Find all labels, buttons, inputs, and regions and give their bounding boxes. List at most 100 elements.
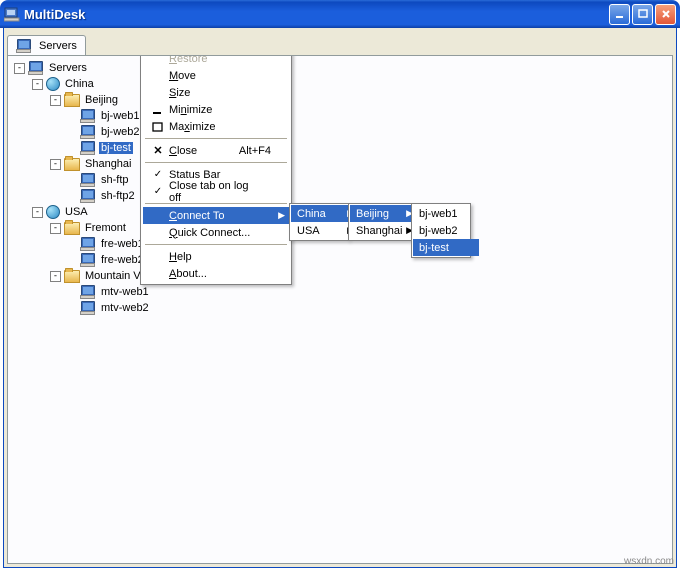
menu-item[interactable]: Size [143, 84, 289, 101]
expander-icon[interactable]: - [14, 63, 25, 74]
menu-item-label: About... [169, 268, 271, 280]
tree-node[interactable]: fre-web2 [8, 252, 672, 268]
tree-node[interactable]: bj-test [8, 140, 672, 156]
tree-node[interactable]: -Mountain View [8, 268, 672, 284]
server-icon [80, 285, 96, 299]
content-pane: -Servers-China-Beijingbj-web1bj-web2bj-t… [7, 55, 673, 564]
minimize-icon [147, 105, 169, 115]
expander-icon[interactable]: - [50, 159, 61, 170]
title-text: MultiDesk [24, 7, 609, 22]
menu-item[interactable]: Quick Connect... [143, 224, 289, 241]
tree-node-label[interactable]: bj-web2 [99, 126, 142, 138]
menu-item-label: Close tab on log off [169, 180, 271, 204]
submenu-city[interactable]: bj-web1 bj-web2 bj-test [411, 203, 471, 258]
tree-node-label[interactable]: Beijing [83, 94, 120, 106]
expander-icon[interactable]: - [32, 207, 43, 218]
menu-item[interactable]: ✓Close tab on log off [143, 183, 289, 200]
menu-item-label: Minimize [169, 104, 271, 116]
menu-separator [145, 138, 287, 139]
globe-icon [46, 205, 60, 219]
menu-item-label: Connect To [169, 210, 271, 222]
tree-node[interactable]: - China [8, 76, 672, 92]
tree-node[interactable]: - Servers [8, 60, 672, 76]
server-icon [80, 109, 96, 123]
menu-item[interactable]: Minimize [143, 101, 289, 118]
tree-node[interactable]: sh-ftp [8, 172, 672, 188]
submenu-item-label: China [297, 208, 326, 220]
app-window: MultiDesk Servers -Servers-China-Beijing… [0, 0, 680, 571]
maximize-button[interactable] [632, 4, 653, 25]
check-icon: ✓ [147, 186, 169, 197]
submenu-arrow-icon: ▶ [278, 210, 285, 221]
tree-node-label[interactable]: bj-web1 [99, 110, 142, 122]
tree-node-label[interactable]: sh-ftp2 [99, 190, 137, 202]
tree-node-label[interactable]: sh-ftp [99, 174, 131, 186]
menu-item-label: Move [169, 70, 271, 82]
close-button[interactable] [655, 4, 676, 25]
server-icon [80, 253, 96, 267]
expander-icon[interactable]: - [50, 95, 61, 106]
tree-node-label[interactable]: Fremont [83, 222, 128, 234]
tree-node[interactable]: sh-ftp2 [8, 188, 672, 204]
expander-icon[interactable]: - [50, 271, 61, 282]
submenu-item[interactable]: bj-test [413, 239, 479, 256]
menu-item[interactable]: Maximize [143, 118, 289, 135]
folder-icon [64, 270, 80, 283]
menu-item[interactable]: Connect To ▶ [143, 207, 289, 224]
submenu-country[interactable]: Beijing▶Shanghai▶ [348, 203, 412, 241]
globe-icon [46, 77, 60, 91]
server-icon [80, 141, 96, 155]
tree-node-label[interactable]: mtv-web1 [99, 286, 151, 298]
folder-icon [64, 158, 80, 171]
server-icon [80, 189, 96, 203]
menu-item[interactable]: ✕CloseAlt+F4 [143, 142, 289, 159]
tree-node-label[interactable]: Servers [47, 62, 89, 74]
submenu-item-label: bj-test [419, 242, 449, 254]
menu-item-label: Restore [169, 55, 271, 65]
expander-icon[interactable]: - [50, 223, 61, 234]
tree-node-label[interactable]: fre-web2 [99, 254, 146, 266]
titlebar[interactable]: MultiDesk [0, 0, 680, 28]
servers-icon [16, 39, 32, 53]
tree-node-label[interactable]: mtv-web2 [99, 302, 151, 314]
tree-node-label[interactable]: Shanghai [83, 158, 134, 170]
submenu-connect-to[interactable]: China▶USA▶ [289, 203, 349, 241]
submenu-item-label: USA [297, 225, 320, 237]
tab-servers[interactable]: Servers [7, 35, 86, 55]
watermark: wsxdn.com [624, 556, 674, 567]
tree-node[interactable]: bj-web1 [8, 108, 672, 124]
folder-icon [64, 94, 80, 107]
submenu-item[interactable]: Beijing▶ [350, 205, 416, 222]
tree-node[interactable]: mtv-web1 [8, 284, 672, 300]
submenu-item-label: Beijing [356, 208, 389, 220]
submenu-item[interactable]: Shanghai▶ [350, 222, 416, 239]
tree-node-label[interactable]: bj-test [99, 142, 133, 154]
tree-node[interactable]: bj-web2 [8, 124, 672, 140]
tree-node-label[interactable]: China [63, 78, 96, 90]
server-icon [28, 61, 44, 75]
maximize-icon [147, 122, 169, 132]
menu-item-label: Maximize [169, 121, 271, 133]
tree-node[interactable]: - Shanghai [8, 156, 672, 172]
server-icon [80, 173, 96, 187]
tree-node-label[interactable]: fre-web1 [99, 238, 146, 250]
submenu-item[interactable]: bj-web2 [413, 222, 479, 239]
expander-icon[interactable]: - [32, 79, 43, 90]
tree-node-label[interactable]: USA [63, 206, 90, 218]
tree-node[interactable]: - Beijing [8, 92, 672, 108]
close-icon: ✕ [147, 144, 169, 157]
menu-item[interactable]: Move [143, 67, 289, 84]
server-tree[interactable]: -Servers-China-Beijingbj-web1bj-web2bj-t… [8, 56, 672, 320]
submenu-item-label: bj-web1 [419, 208, 458, 220]
tree-node[interactable]: mtv-web2 [8, 300, 672, 316]
folder-icon [64, 222, 80, 235]
menu-item-label: Close [169, 145, 239, 157]
context-menu[interactable]: Restore Move Size Minimize Maximize ✕CloseAlt… [140, 55, 292, 285]
submenu-item[interactable]: bj-web1 [413, 205, 479, 222]
minimize-button[interactable] [609, 4, 630, 25]
menu-item[interactable]: About... [143, 265, 289, 282]
check-icon: ✓ [147, 169, 169, 180]
submenu-item-label: bj-web2 [419, 225, 458, 237]
menu-item[interactable]: Help [143, 248, 289, 265]
submenu-item-label: Shanghai [356, 225, 403, 237]
